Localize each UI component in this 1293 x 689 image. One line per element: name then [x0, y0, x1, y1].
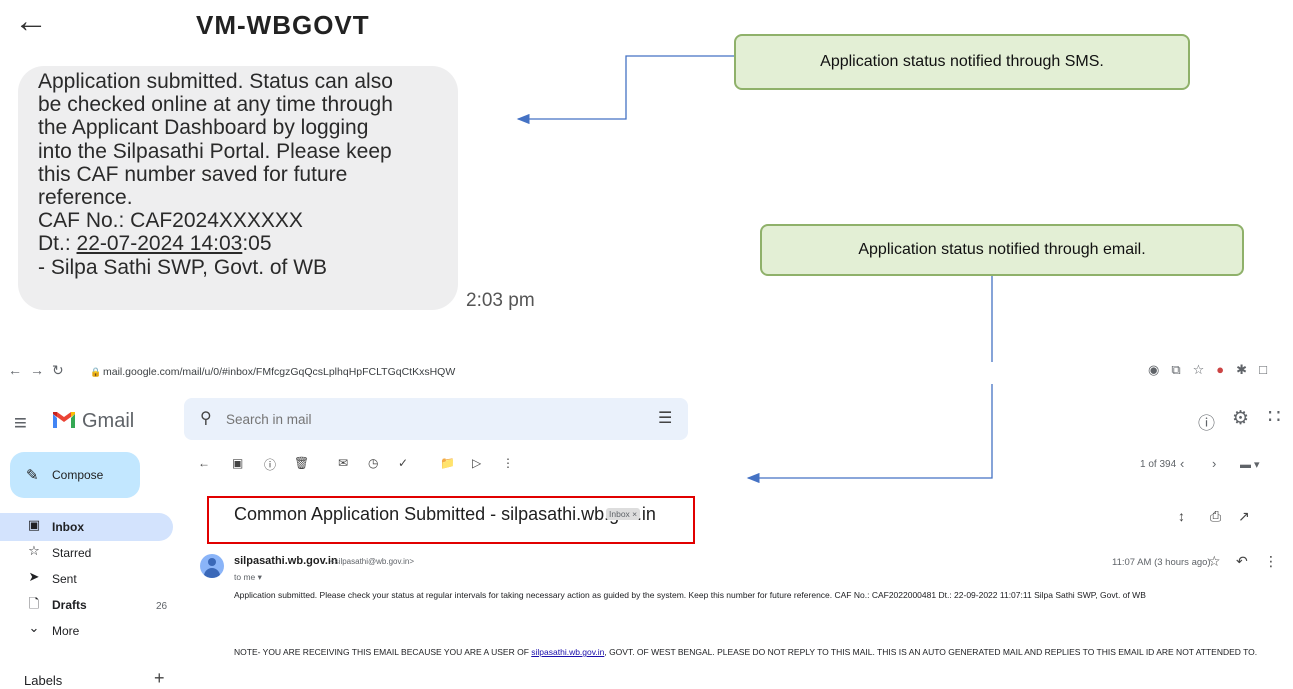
puzzle-icon[interactable]: ✱ [1236, 362, 1259, 377]
reload-icon[interactable]: ↻ [52, 362, 64, 379]
archive-icon[interactable]: ▣ [232, 456, 243, 470]
pencil-icon: ✎ [26, 467, 39, 484]
help-icon[interactable]: ⓘ [1198, 409, 1215, 434]
back-to-inbox-icon[interactable]: ← [198, 456, 210, 470]
gmail-brand[interactable]: Gmail [82, 410, 134, 433]
avatar-head [208, 558, 216, 566]
search-input[interactable] [224, 411, 628, 428]
newer-icon[interactable]: ‹ [1180, 456, 1184, 471]
snooze-icon[interactable]: ◷ [368, 456, 378, 470]
url-text: mail.google.com/mail/u/0/#inbox/FMfcgzGq… [103, 366, 456, 378]
move-to-icon[interactable]: 📁 [440, 456, 455, 470]
reply-icon[interactable]: ↶ [1236, 553, 1248, 570]
extension-icon[interactable]: ● [1216, 362, 1236, 377]
search-icon[interactable]: ⚲ [200, 408, 212, 428]
mark-unread-icon[interactable]: ✉ [338, 456, 348, 470]
sidebar-item-inbox[interactable] [0, 513, 173, 541]
open-new-window-icon[interactable]: ↗ [1238, 508, 1250, 525]
share-icon[interactable]: ⧉ [1171, 362, 1192, 377]
apps-grid-icon[interactable]: ∷ [1268, 404, 1281, 429]
sender-name[interactable]: silpasathi.wb.gov.in [234, 555, 338, 567]
sidebar-label-inbox[interactable]: Inbox [52, 520, 84, 534]
email-timestamp: 11:07 AM (3 hours ago) [1112, 557, 1211, 568]
note-prefix: NOTE- YOU ARE RECEIVING THIS EMAIL BECAU… [234, 647, 532, 657]
hamburger-menu-icon[interactable]: ≡ [14, 412, 27, 434]
callout-arrows [516, 55, 993, 484]
note-link[interactable]: silpasathi.wb.gov.in [531, 647, 604, 657]
browser-forward-icon[interactable]: → [30, 362, 44, 378]
message-more-icon[interactable]: ⋮ [1264, 553, 1278, 570]
star-icon: ☆ [28, 543, 40, 558]
avatar-body [204, 568, 220, 578]
inbox-icon: ▣ [27, 517, 41, 532]
print-icon[interactable]: ⎙ [1210, 508, 1221, 525]
draft-icon: 🗋 [28, 596, 40, 611]
lock-icon: 🔒 [90, 367, 102, 377]
recipient-details[interactable]: to me ▾ [234, 572, 262, 583]
sidebar-item-more[interactable]: More [52, 624, 79, 638]
gear-icon[interactable]: ⚙ [1232, 407, 1249, 430]
more-options-icon[interactable]: ⋮ [502, 456, 514, 470]
email-body: Application submitted. Please check your… [234, 590, 1146, 600]
sidebar-item-sent[interactable]: Sent [52, 572, 77, 586]
sidebar-item-starred[interactable]: Starred [52, 546, 91, 560]
report-spam-icon[interactable]: ⓘ [264, 456, 276, 473]
drafts-count: 26 [156, 601, 168, 612]
bookmark-star-icon[interactable]: ☆ [1193, 362, 1217, 377]
avatar[interactable] [200, 554, 224, 578]
expand-all-icon[interactable]: ↕ [1178, 508, 1185, 524]
browser-extension-icons[interactable]: ◉⧉☆●✱□ [1148, 362, 1279, 378]
add-task-icon[interactable]: ✓ [398, 456, 408, 470]
browser-back-icon[interactable]: ← [8, 362, 22, 378]
label-icon[interactable]: ▷ [472, 456, 481, 470]
compose-label: Compose [52, 468, 104, 482]
star-message-icon[interactable]: ☆ [1208, 553, 1221, 570]
address-bar[interactable]: 🔒 mail.google.com/mail/u/0/#inbox/FMfcgzG… [90, 363, 1120, 381]
input-tools-icon[interactable]: ▬ ▾ [1240, 458, 1260, 471]
note-suffix: , GOVT. OF WEST BENGAL. PLEASE DO NOT RE… [604, 647, 1258, 657]
sidebar-item-drafts[interactable]: Drafts [52, 598, 87, 612]
sender-email: <silpasathi@wb.gov.in> [330, 557, 415, 566]
gmail-logo-icon[interactable] [52, 411, 76, 429]
older-icon[interactable]: › [1212, 456, 1216, 471]
pager-count: 1 of 394 [1140, 459, 1177, 470]
window-icon[interactable]: □ [1259, 362, 1279, 377]
location-icon[interactable]: ◉ [1148, 362, 1171, 377]
send-icon: ➤ [28, 569, 40, 584]
email-note: NOTE- YOU ARE RECEIVING THIS EMAIL BECAU… [234, 644, 1274, 661]
delete-icon[interactable]: 🗑 [294, 456, 309, 470]
subject-highlight-box [207, 496, 695, 544]
sms-arrow [516, 55, 734, 125]
chevron-down-icon: ⌄ [28, 620, 40, 635]
search-options-icon[interactable]: ☰ [658, 408, 672, 428]
